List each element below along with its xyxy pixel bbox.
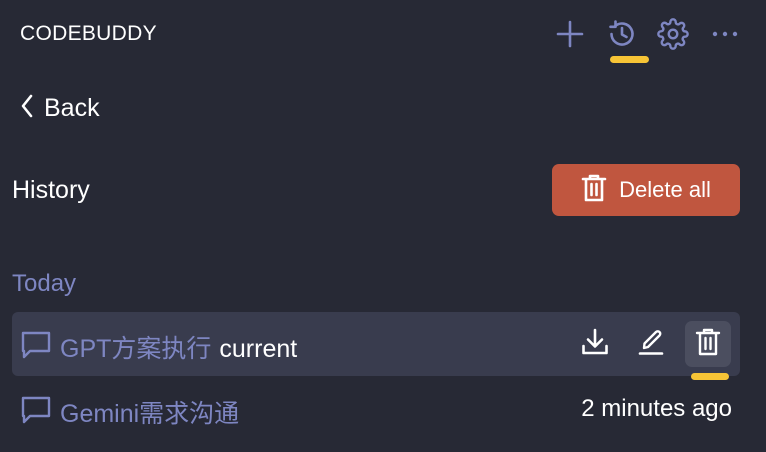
edit-button[interactable]	[628, 321, 674, 367]
plus-icon[interactable]	[553, 17, 587, 51]
app-title: CODEBUDDY	[20, 22, 157, 45]
active-tab-indicator	[610, 56, 649, 63]
gear-icon[interactable]	[656, 17, 690, 51]
trash-icon	[581, 173, 607, 208]
top-bar: CODEBUDDY	[0, 0, 766, 70]
download-button[interactable]	[572, 321, 618, 367]
edit-icon	[636, 327, 666, 362]
back-button[interactable]: Back	[20, 91, 100, 125]
back-label: Back	[44, 93, 100, 122]
history-item[interactable]: Gemini需求沟通 2 minutes ago	[12, 377, 740, 441]
history-item[interactable]: GPT方案执行 current	[12, 312, 740, 376]
chat-icon	[20, 330, 52, 365]
history-item-title-text: GPT方案执行	[60, 335, 212, 363]
trash-icon	[695, 327, 721, 362]
chevron-left-icon	[20, 93, 34, 124]
delete-item-button[interactable]	[685, 321, 731, 367]
download-icon	[580, 327, 610, 362]
group-label-today: Today	[12, 270, 77, 297]
history-icon[interactable]	[605, 17, 639, 51]
history-title: History	[12, 176, 90, 204]
more-horizontal-icon[interactable]	[708, 17, 742, 51]
history-item-title: Gemini需求沟通	[60, 400, 240, 428]
current-badge: current	[219, 335, 298, 363]
chat-icon	[20, 395, 52, 430]
delete-all-button[interactable]: Delete all	[552, 164, 740, 216]
history-item-time: 2 minutes ago	[581, 395, 732, 422]
history-item-title: GPT方案执行 current	[60, 329, 297, 365]
history-panel: CODEBUDDY Back History Delete all Today …	[0, 0, 766, 452]
delete-all-label: Delete all	[619, 177, 711, 202]
